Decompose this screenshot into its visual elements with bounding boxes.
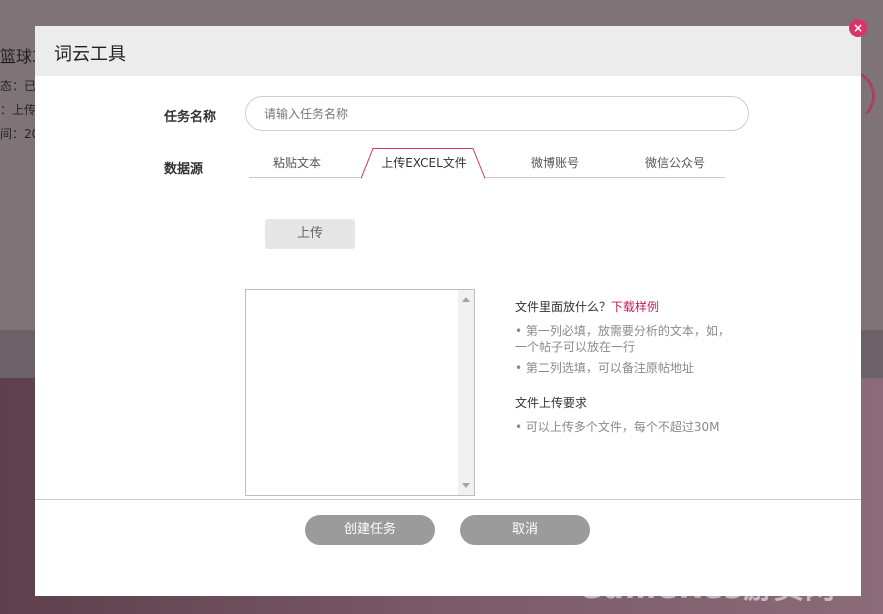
footer-divider: [35, 499, 861, 500]
upload-button[interactable]: 上传: [265, 219, 355, 249]
scroll-up-icon[interactable]: [462, 297, 470, 302]
tab-paste-text[interactable]: 粘贴文本: [249, 148, 345, 178]
tab-weibo-account[interactable]: 微博账号: [507, 148, 603, 178]
background-status: 态：已: [0, 79, 37, 93]
info-bullet-2: • 第二列选填，可以备注原帖地址: [515, 361, 694, 375]
scroll-down-icon[interactable]: [462, 483, 470, 488]
background-upload: ：上传: [0, 103, 37, 117]
create-task-button[interactable]: 创建任务: [305, 515, 435, 545]
file-list-scrollbar[interactable]: [458, 290, 474, 495]
data-source-label: 数据源: [164, 162, 204, 177]
close-icon[interactable]: ×: [849, 19, 867, 37]
cancel-button[interactable]: 取消: [460, 515, 590, 545]
task-name-input[interactable]: [245, 96, 749, 131]
modal-header: 词云工具: [35, 26, 861, 76]
watermark: GameRes游资网: [578, 571, 836, 606]
file-list-box[interactable]: [245, 289, 475, 496]
tab-upload-excel[interactable]: 上传EXCEL文件: [367, 148, 481, 178]
background-time: 间：20: [0, 127, 40, 141]
data-source-tabs: 粘贴文本 上传EXCEL文件 微博账号 微信公众号: [249, 148, 725, 179]
task-name-label: 任务名称: [164, 110, 217, 125]
info-bullet-1-continued: 一个帖子可以放在一行: [515, 340, 636, 354]
file-content-question: 文件里面放什么？下载样例: [515, 298, 659, 315]
info-bullet-1: • 第一列必填，放需要分析的文本，如，: [515, 324, 730, 338]
file-content-question-text: 文件里面放什么？: [515, 300, 612, 314]
upload-requirement: • 可以上传多个文件，每个不超过30M: [515, 420, 720, 434]
upload-requirements-title: 文件上传要求: [515, 396, 588, 410]
word-cloud-modal: 词云工具 任务名称 数据源 粘贴文本 上传EXCEL文件 微博账号 微信公众号 …: [35, 26, 861, 596]
download-sample-link[interactable]: 下载样例: [611, 300, 659, 314]
tab-wechat-account[interactable]: 微信公众号: [625, 148, 725, 178]
modal-title: 词云工具: [54, 44, 126, 65]
